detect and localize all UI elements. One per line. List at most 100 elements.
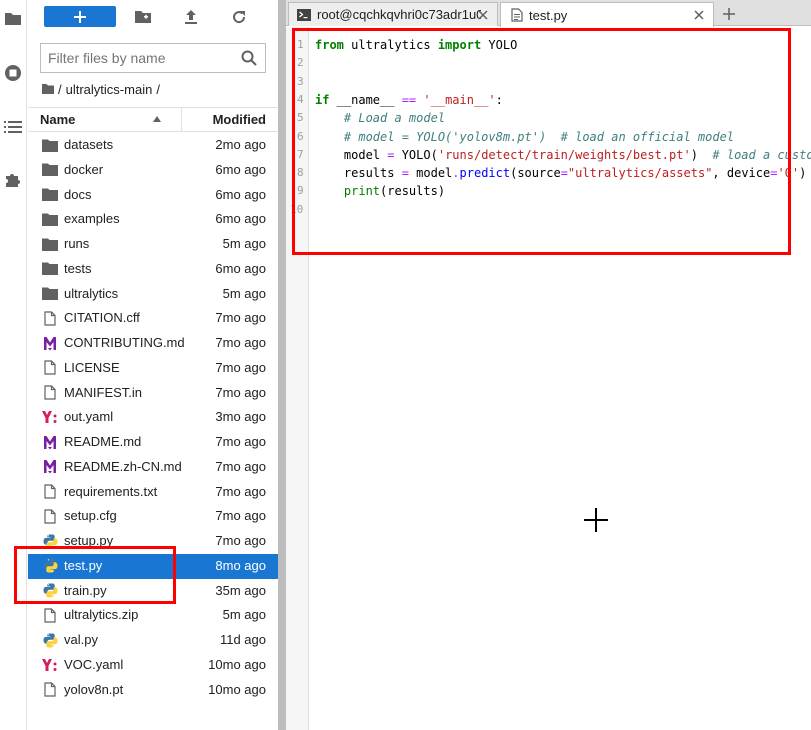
file-modified: 6mo ago [215,260,266,276]
extension-puzzle-icon[interactable] [2,168,24,190]
upload-button[interactable] [182,8,200,26]
file-row[interactable]: docs 6mo ago [28,183,278,208]
code-token: "ultralytics/assets" [567,166,713,181]
file-row[interactable]: setup.cfg 7mo ago [28,504,278,529]
breadcrumb-separator: / [58,81,62,97]
file-modified: 8mo ago [215,557,266,573]
code-token: , device [712,166,771,181]
file-modified: 7mo ago [215,434,266,449]
file-name: examples [64,211,120,227]
plus-icon [723,8,735,20]
code-token: = [560,166,568,181]
code-line[interactable]: model = YOLO('runs/detect/train/weights/… [315,146,811,164]
file-modified: 2mo ago [215,137,266,152]
file-row[interactable]: requirements.txt 7mo ago [28,480,278,505]
file-row[interactable]: README.md 7mo ago [28,430,278,455]
file-row[interactable]: ultralytics.zip 5m ago [28,603,278,628]
home-folder-icon[interactable] [42,84,54,94]
file-row[interactable]: test.py 8mo ago [28,553,278,579]
breadcrumb-trailing-separator: / [156,81,160,97]
file-row[interactable]: ultralytics 5m ago [28,282,278,307]
file-name: train.py [64,582,107,598]
code-line[interactable]: # Load a model [315,109,445,127]
file-name: CITATION.cff [64,310,140,326]
file-row[interactable]: examples 6mo ago [28,207,278,232]
file-row[interactable]: yolov8n.pt 10mo ago [28,678,278,703]
code-token: ) [799,166,807,181]
activity-bar [0,0,27,730]
tab-test-py-close-icon[interactable] [693,9,705,21]
file-name: datasets [64,137,114,152]
file-row[interactable]: setup.py 7mo ago [28,529,278,554]
file-row[interactable]: docker 6mo ago [28,158,278,183]
file-modified: 5m ago [222,607,266,623]
file-modified: 7mo ago [215,335,266,350]
file-modified: 6mo ago [215,161,266,177]
file-browser-folder-icon[interactable] [2,8,24,30]
file-name: docs [64,186,92,202]
folder-icon [42,236,58,252]
file-modified: 6mo ago [215,186,266,202]
tab-terminal-close-icon[interactable] [477,9,489,21]
file-row[interactable]: train.py 35m ago [28,579,278,604]
code-line[interactable]: if __name__ == '__main__': [315,91,503,109]
tab-terminal[interactable]: root@cqchkqvhri0c73adr1u0 [288,2,498,26]
line-number: 9 [297,184,304,198]
file-row[interactable]: README.zh-CN.md 7mo ago [28,455,278,480]
file-row[interactable]: MANIFEST.in 7mo ago [28,381,278,406]
file-filter-input[interactable] [41,44,237,72]
running-stop-icon[interactable] [2,62,24,84]
python-icon [42,583,58,599]
file-row[interactable]: out.yaml 3mo ago [28,405,278,430]
code-content[interactable]: from ultralytics import YOLO if __name__ … [315,27,811,730]
file-row[interactable]: VOC.yaml 10mo ago [28,653,278,678]
code-token: '__main__' [423,92,496,107]
file-row[interactable]: CITATION.cff 7mo ago [28,306,278,331]
code-editor[interactable]: 1 2 3 4 5 6 7 8 9 10 from ultralytics import YOLO… [286,27,811,730]
file-row[interactable]: datasets 2mo ago [28,133,278,158]
file-row[interactable]: val.py 11d ago [28,628,278,653]
file-modified: 6mo ago [215,211,266,227]
file-icon [42,607,58,623]
code-token: model [315,147,388,162]
text-file-icon [511,8,523,22]
code-token: from [315,38,344,52]
file-name: docker [64,161,104,177]
file-row[interactable]: runs 5m ago [28,232,278,257]
code-line[interactable]: print(results) [315,182,445,200]
code-token: # Load a model [343,111,446,126]
file-modified: 7mo ago [215,310,266,326]
code-line[interactable]: # model = YOLO('yolov8m.pt') # load an o… [315,128,734,146]
code-token: == [401,92,417,107]
code-token: '0' [777,166,800,181]
line-number: 3 [297,74,304,88]
code-line[interactable]: results = model.predict(source="ultralyt… [315,164,806,182]
add-tab-button[interactable] [718,3,740,25]
file-row[interactable]: CONTRIBUTING.md 7mo ago [28,331,278,356]
tab-bar: root@cqchkqvhri0c73adr1u0 test.py [286,0,811,27]
refresh-button[interactable] [230,8,248,26]
file-modified: 5m ago [222,236,266,251]
folder-icon [42,162,58,178]
folder-icon [42,137,58,153]
code-token: __name__ [329,92,402,107]
file-row[interactable]: tests 6mo ago [28,257,278,282]
file-icon [42,310,58,326]
file-name: README.md [64,434,142,449]
new-launcher-button[interactable] [44,6,116,27]
code-line[interactable]: from ultralytics import YOLO [315,36,517,54]
file-row[interactable]: LICENSE 7mo ago [28,356,278,381]
panel-splitter[interactable] [278,0,286,730]
breadcrumb-folder[interactable]: ultralytics-main [66,82,153,97]
code-token: = [401,166,409,181]
file-modified: 3mo ago [215,409,266,425]
file-name: out.yaml [64,409,114,425]
code-token: if [315,92,330,107]
modified-column-header[interactable]: Modified [181,108,278,131]
tab-test-py[interactable]: test.py [500,2,714,27]
file-modified: 11d ago [219,632,266,647]
table-of-contents-icon[interactable] [2,116,24,138]
new-folder-button[interactable] [134,8,152,26]
